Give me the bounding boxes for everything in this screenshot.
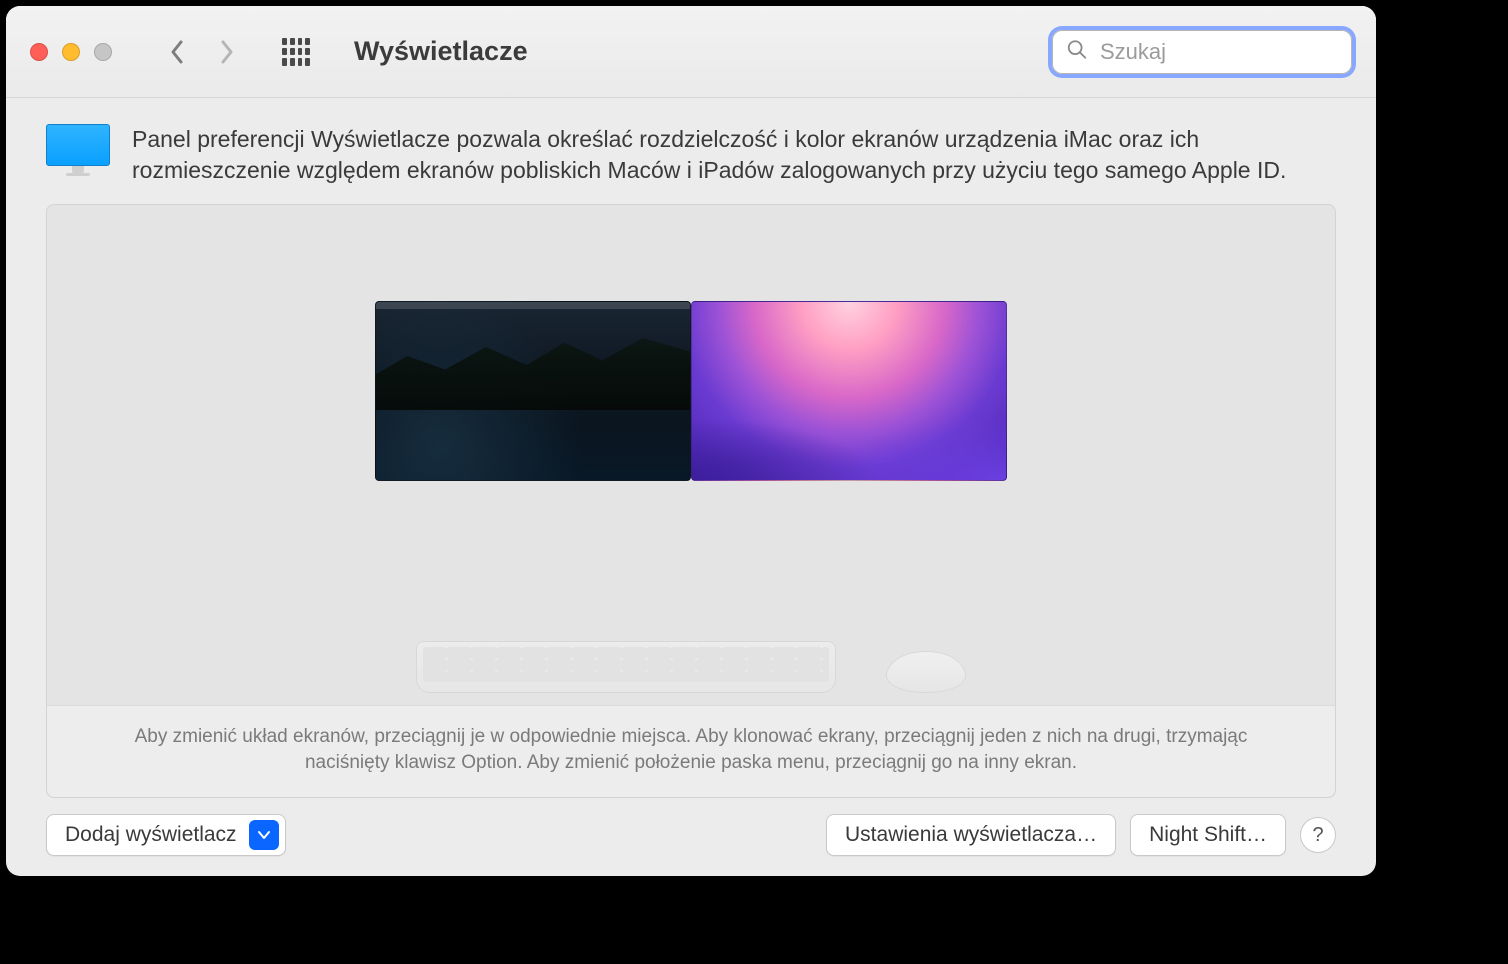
night-shift-button[interactable]: Night Shift…	[1130, 814, 1286, 856]
search-input[interactable]	[1052, 30, 1352, 74]
show-all-icon[interactable]	[282, 38, 310, 66]
footer-bar: Dodaj wyświetlacz Ustawienia wyświetlacz…	[46, 798, 1336, 856]
intro-row: Panel preferencji Wyświetlacze pozwala o…	[46, 124, 1336, 186]
add-display-label: Dodaj wyświetlacz	[65, 823, 237, 847]
back-button[interactable]	[158, 33, 196, 71]
add-display-button[interactable]: Dodaj wyświetlacz	[46, 814, 286, 856]
content-area: Panel preferencji Wyświetlacze pozwala o…	[6, 98, 1376, 876]
search-icon	[1066, 38, 1088, 65]
window-controls	[30, 43, 112, 61]
chevron-down-icon[interactable]	[249, 820, 279, 850]
intro-text: Panel preferencji Wyświetlacze pozwala o…	[132, 124, 1336, 186]
zoom-window-button[interactable]	[94, 43, 112, 61]
menubar-preview[interactable]	[376, 302, 690, 309]
titlebar: Wyświetlacze	[6, 6, 1376, 98]
search-field-wrap	[1052, 30, 1352, 74]
keyboard-icon	[416, 641, 836, 693]
display-preview-1[interactable]	[375, 301, 691, 481]
forward-button[interactable]	[208, 33, 246, 71]
nav-buttons	[158, 33, 246, 71]
window-title: Wyświetlacze	[354, 36, 528, 67]
preferences-window: Wyświetlacze Panel preferencji Wyświetla…	[6, 6, 1376, 876]
arrangement-hint: Aby zmienić układ ekranów, przeciągnij j…	[47, 705, 1335, 797]
help-label: ?	[1312, 824, 1323, 847]
display-previews	[375, 301, 1007, 481]
peripherals-row	[416, 641, 966, 693]
night-shift-label: Night Shift…	[1149, 823, 1267, 847]
close-window-button[interactable]	[30, 43, 48, 61]
display-icon	[46, 124, 110, 176]
arrangement-area: Aby zmienić układ ekranów, przeciągnij j…	[46, 204, 1336, 798]
display-preview-2[interactable]	[691, 301, 1007, 481]
display-settings-button[interactable]: Ustawienia wyświetlacza…	[826, 814, 1116, 856]
minimize-window-button[interactable]	[62, 43, 80, 61]
mouse-icon	[886, 651, 966, 693]
display-settings-label: Ustawienia wyświetlacza…	[845, 823, 1097, 847]
help-button[interactable]: ?	[1300, 817, 1336, 853]
